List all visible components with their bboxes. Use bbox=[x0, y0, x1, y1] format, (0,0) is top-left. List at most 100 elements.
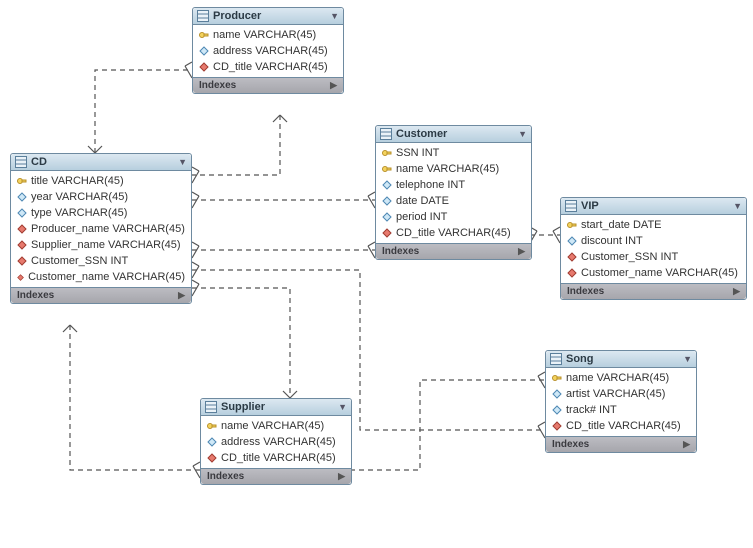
column-row[interactable]: title VARCHAR(45) bbox=[11, 173, 191, 189]
entity-song[interactable]: Song ▼ name VARCHAR(45) artist VARCHAR(4… bbox=[545, 350, 697, 453]
column-label: name VARCHAR(45) bbox=[221, 420, 324, 432]
column-row[interactable]: Supplier_name VARCHAR(45) bbox=[11, 237, 191, 253]
entity-header[interactable]: Customer ▼ bbox=[376, 126, 531, 143]
fk-icon bbox=[552, 421, 562, 431]
entity-footer[interactable]: Indexes▶ bbox=[561, 283, 746, 299]
attr-icon bbox=[552, 405, 562, 415]
column-row[interactable]: address VARCHAR(45) bbox=[201, 434, 351, 450]
entity-columns: title VARCHAR(45) year VARCHAR(45) type … bbox=[11, 171, 191, 287]
column-row[interactable]: SSN INT bbox=[376, 145, 531, 161]
column-row[interactable]: date DATE bbox=[376, 193, 531, 209]
column-label: track# INT bbox=[566, 404, 617, 416]
key-icon bbox=[382, 164, 392, 174]
entity-columns: name VARCHAR(45) address VARCHAR(45) CD_… bbox=[201, 416, 351, 468]
entity-footer[interactable]: Indexes▶ bbox=[546, 436, 696, 452]
column-label: telephone INT bbox=[396, 179, 465, 191]
column-label: address VARCHAR(45) bbox=[213, 45, 328, 57]
entity-header[interactable]: CD ▼ bbox=[11, 154, 191, 171]
column-row[interactable]: CD_title VARCHAR(45) bbox=[546, 418, 696, 434]
column-row[interactable]: Customer_SSN INT bbox=[561, 249, 746, 265]
column-label: name VARCHAR(45) bbox=[396, 163, 499, 175]
column-row[interactable]: address VARCHAR(45) bbox=[193, 43, 343, 59]
attr-icon bbox=[17, 192, 27, 202]
column-label: start_date DATE bbox=[581, 219, 662, 231]
attr-icon bbox=[199, 46, 209, 56]
column-row[interactable]: track# INT bbox=[546, 402, 696, 418]
entity-header[interactable]: VIP ▼ bbox=[561, 198, 746, 215]
collapse-caret-icon[interactable]: ▼ bbox=[683, 354, 692, 364]
column-label: year VARCHAR(45) bbox=[31, 191, 128, 203]
entity-title: Customer bbox=[396, 128, 447, 140]
table-icon bbox=[15, 156, 27, 168]
entity-title: VIP bbox=[581, 200, 599, 212]
entity-supplier[interactable]: Supplier ▼ name VARCHAR(45) address VARC… bbox=[200, 398, 352, 485]
entity-producer[interactable]: Producer ▼ name VARCHAR(45) address VARC… bbox=[192, 7, 344, 94]
entity-customer[interactable]: Customer ▼ SSN INT name VARCHAR(45) tele… bbox=[375, 125, 532, 260]
entity-footer[interactable]: Indexes▶ bbox=[193, 77, 343, 93]
fk-icon bbox=[382, 228, 392, 238]
column-label: date DATE bbox=[396, 195, 449, 207]
attr-icon bbox=[567, 236, 577, 246]
column-label: CD_title VARCHAR(45) bbox=[213, 61, 328, 73]
fk-icon bbox=[17, 272, 24, 282]
fk-icon bbox=[567, 252, 577, 262]
column-row[interactable]: Producer_name VARCHAR(45) bbox=[11, 221, 191, 237]
column-row[interactable]: CD_title VARCHAR(45) bbox=[193, 59, 343, 75]
entity-columns: name VARCHAR(45) artist VARCHAR(45) trac… bbox=[546, 368, 696, 436]
collapse-caret-icon[interactable]: ▼ bbox=[733, 201, 742, 211]
expand-caret-icon: ▶ bbox=[178, 290, 185, 301]
collapse-caret-icon[interactable]: ▼ bbox=[330, 11, 339, 21]
column-row[interactable]: name VARCHAR(45) bbox=[376, 161, 531, 177]
expand-caret-icon: ▶ bbox=[733, 286, 740, 297]
entity-vip[interactable]: VIP ▼ start_date DATE discount INT Custo… bbox=[560, 197, 747, 300]
attr-icon bbox=[552, 389, 562, 399]
column-label: CD_title VARCHAR(45) bbox=[396, 227, 511, 239]
column-row[interactable]: telephone INT bbox=[376, 177, 531, 193]
fk-icon bbox=[17, 224, 27, 234]
attr-icon bbox=[382, 212, 392, 222]
key-icon bbox=[382, 148, 392, 158]
collapse-caret-icon[interactable]: ▼ bbox=[518, 129, 527, 139]
entity-footer[interactable]: Indexes ▶ bbox=[376, 243, 531, 259]
column-row[interactable]: period INT bbox=[376, 209, 531, 225]
expand-caret-icon: ▶ bbox=[518, 246, 525, 257]
table-icon bbox=[550, 353, 562, 365]
column-row[interactable]: CD_title VARCHAR(45) bbox=[376, 225, 531, 241]
column-label: period INT bbox=[396, 211, 447, 223]
entity-header[interactable]: Supplier ▼ bbox=[201, 399, 351, 416]
entity-title: Song bbox=[566, 353, 594, 365]
erd-canvas: { "footer_label": "Indexes", "entities":… bbox=[0, 0, 753, 548]
column-row[interactable]: type VARCHAR(45) bbox=[11, 205, 191, 221]
column-row[interactable]: name VARCHAR(45) bbox=[193, 27, 343, 43]
column-label: Supplier_name VARCHAR(45) bbox=[31, 239, 181, 251]
collapse-caret-icon[interactable]: ▼ bbox=[178, 157, 187, 167]
attr-icon bbox=[382, 196, 392, 206]
entity-title: Producer bbox=[213, 10, 261, 22]
column-label: Customer_name VARCHAR(45) bbox=[581, 267, 738, 279]
entity-header[interactable]: Producer ▼ bbox=[193, 8, 343, 25]
column-row[interactable]: start_date DATE bbox=[561, 217, 746, 233]
expand-caret-icon: ▶ bbox=[338, 471, 345, 482]
entity-header[interactable]: Song ▼ bbox=[546, 351, 696, 368]
entity-footer[interactable]: Indexes▶ bbox=[11, 287, 191, 303]
footer-label: Indexes bbox=[382, 246, 419, 257]
collapse-caret-icon[interactable]: ▼ bbox=[338, 402, 347, 412]
footer-label: Indexes bbox=[207, 471, 244, 482]
column-label: type VARCHAR(45) bbox=[31, 207, 127, 219]
column-row[interactable]: Customer_SSN INT bbox=[11, 253, 191, 269]
column-label: CD_title VARCHAR(45) bbox=[566, 420, 681, 432]
column-row[interactable]: year VARCHAR(45) bbox=[11, 189, 191, 205]
column-row[interactable]: name VARCHAR(45) bbox=[546, 370, 696, 386]
column-label: name VARCHAR(45) bbox=[213, 29, 316, 41]
expand-caret-icon: ▶ bbox=[683, 439, 690, 450]
column-row[interactable]: Customer_name VARCHAR(45) bbox=[561, 265, 746, 281]
column-row[interactable]: discount INT bbox=[561, 233, 746, 249]
entity-footer[interactable]: Indexes ▶ bbox=[201, 468, 351, 484]
column-row[interactable]: name VARCHAR(45) bbox=[201, 418, 351, 434]
entity-cd[interactable]: CD ▼ title VARCHAR(45) year VARCHAR(45) … bbox=[10, 153, 192, 304]
fk-icon bbox=[207, 453, 217, 463]
column-row[interactable]: artist VARCHAR(45) bbox=[546, 386, 696, 402]
column-row[interactable]: Customer_name VARCHAR(45) bbox=[11, 269, 191, 285]
attr-icon bbox=[17, 208, 27, 218]
column-row[interactable]: CD_title VARCHAR(45) bbox=[201, 450, 351, 466]
